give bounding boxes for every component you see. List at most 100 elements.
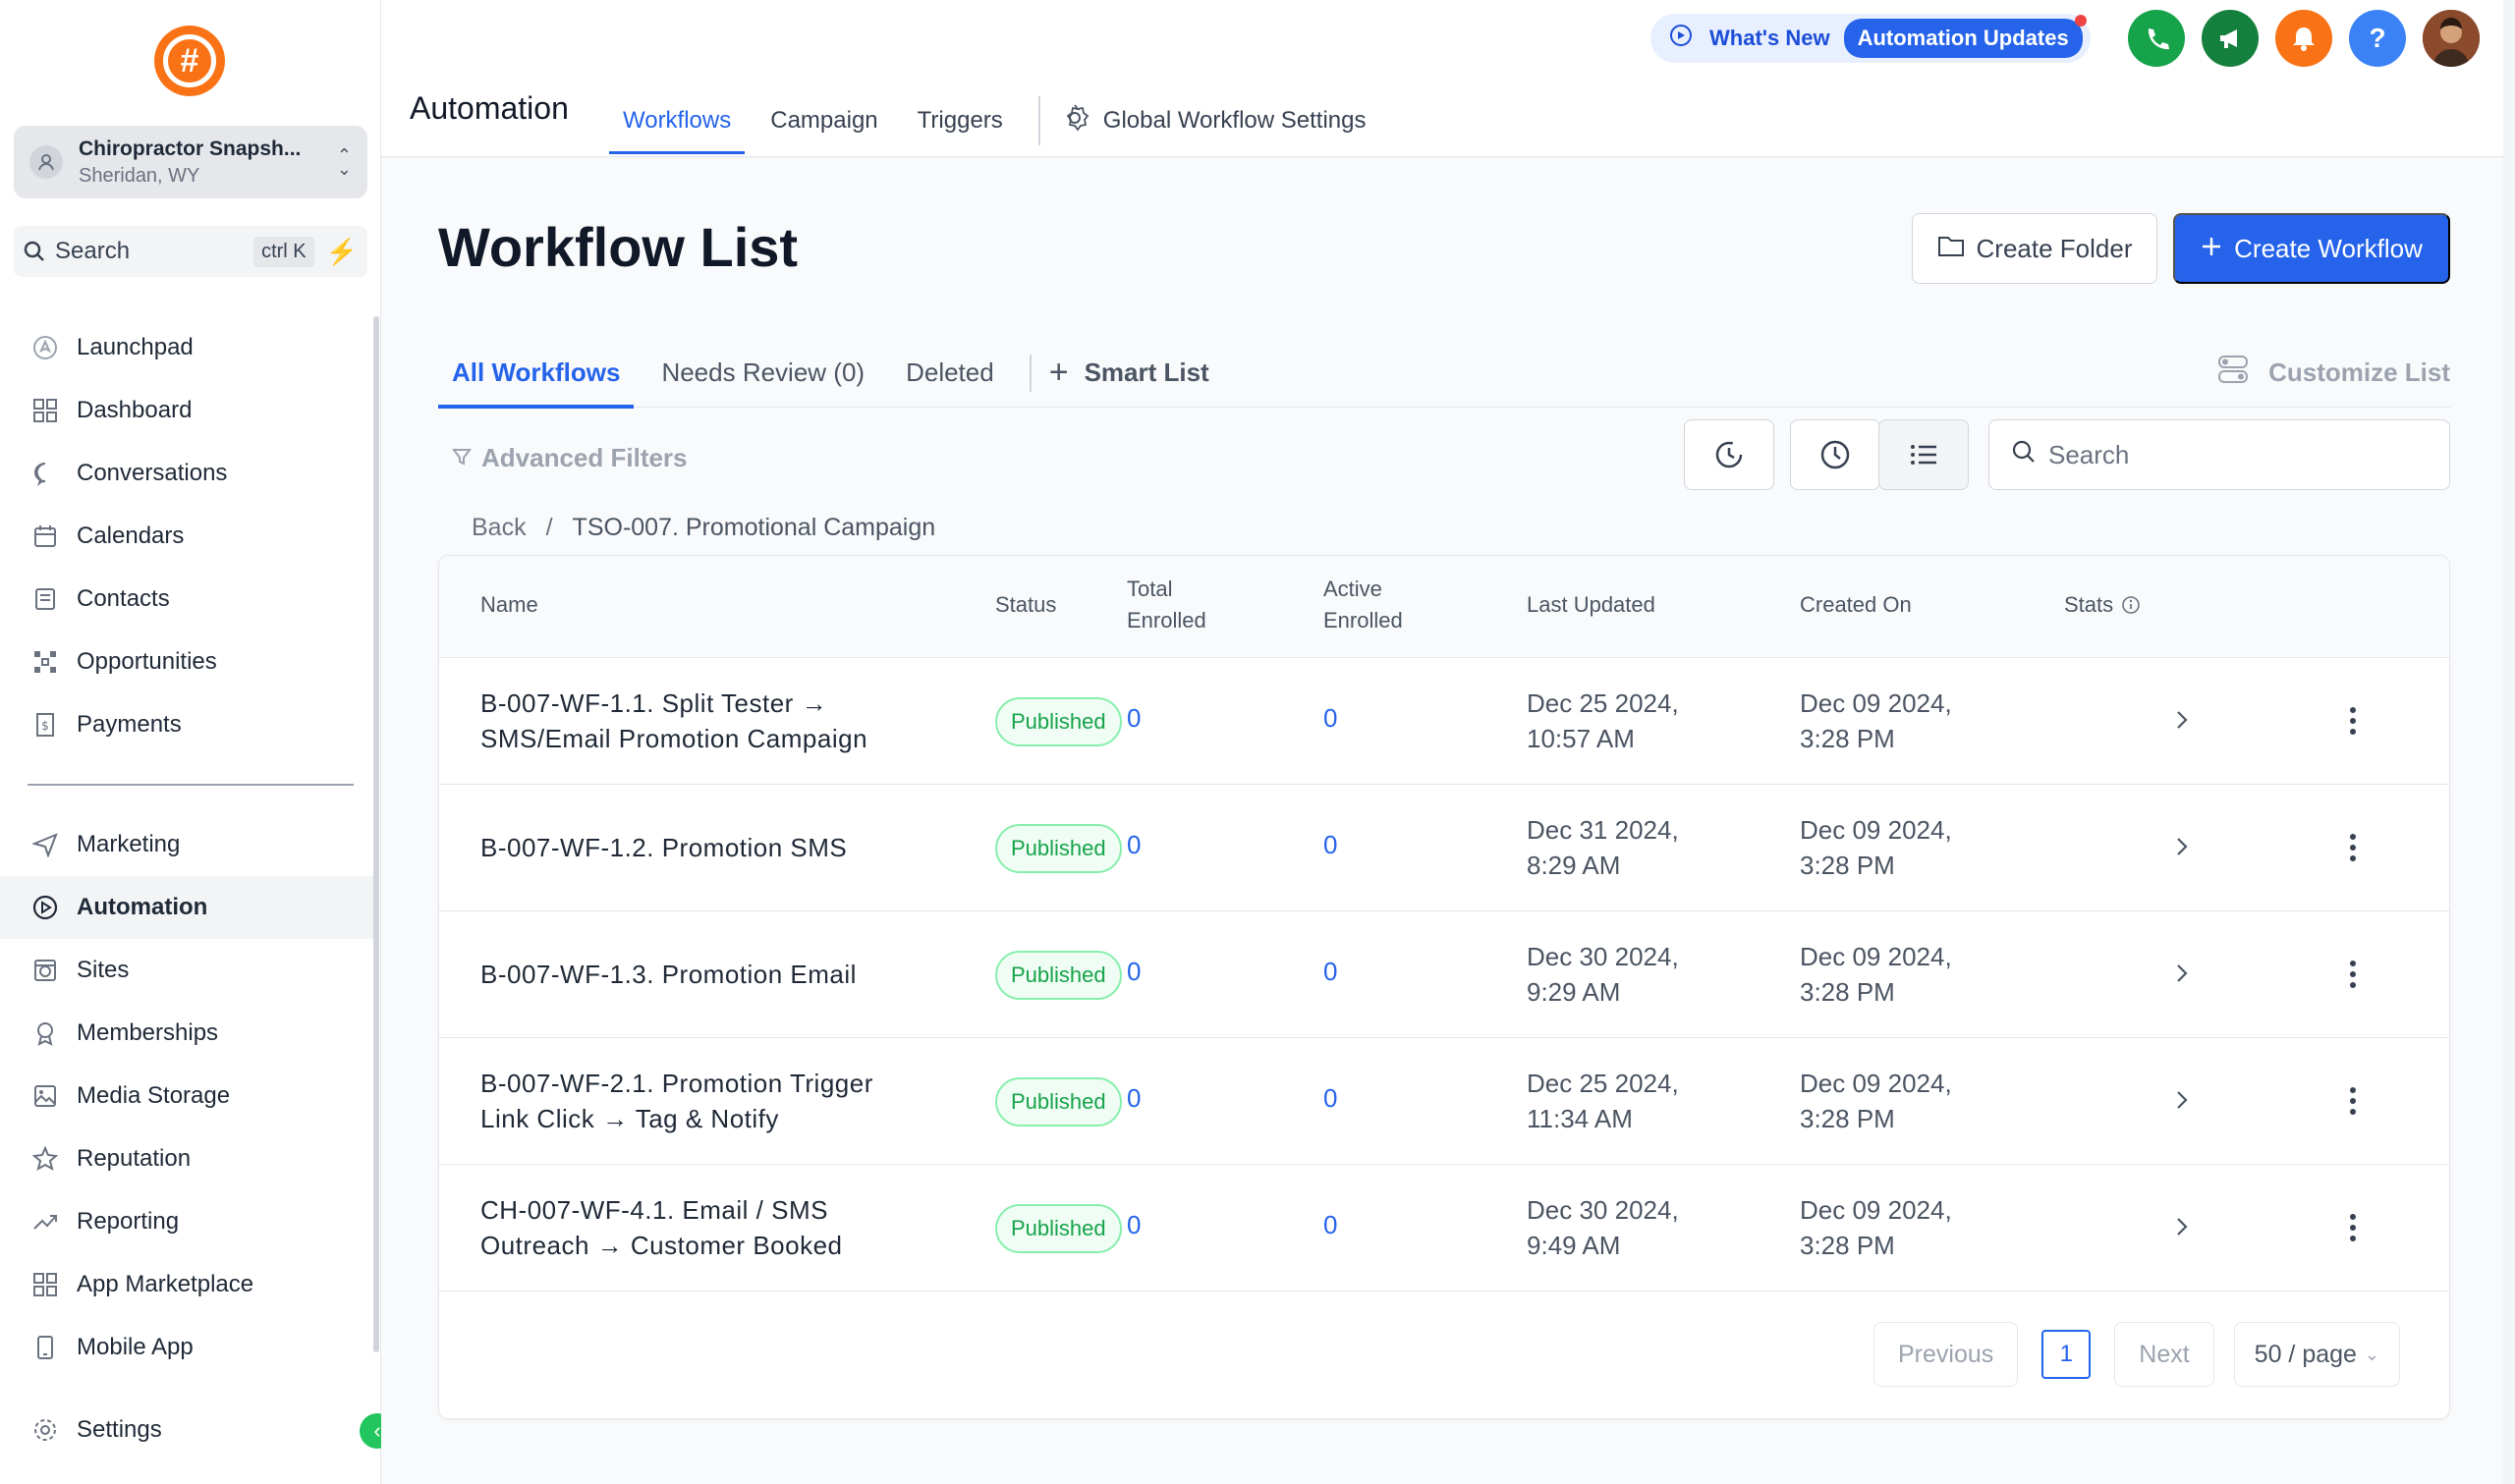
previous-page-button[interactable]: Previous (1873, 1322, 2019, 1387)
column-header-total-enrolled[interactable]: Total Enrolled (1127, 574, 1206, 636)
sidebar-item-calendars[interactable]: Calendars (0, 505, 377, 568)
help-icon[interactable]: ? (2349, 10, 2406, 67)
sidebar-item-memberships[interactable]: Memberships (0, 1002, 377, 1065)
sidebar-item-settings[interactable]: Settings (0, 1399, 377, 1461)
more-options-icon[interactable] (2345, 1208, 2361, 1252)
tab-workflows[interactable]: Workflows (609, 87, 746, 154)
sparkle-icon (1668, 23, 1696, 55)
time-line: 9:29 AM (1527, 977, 1621, 1007)
table-row[interactable]: B-007-WF-1.3. Promotion Email Published … (439, 911, 2449, 1038)
chevron-right-icon[interactable] (2170, 959, 2194, 993)
workflow-name[interactable]: B-007-WF-1.3. Promotion Email (480, 957, 952, 992)
sidebar-item-automation[interactable]: Automation (0, 876, 377, 939)
column-header-name[interactable]: Name (480, 589, 538, 621)
sidebar-scrollbar[interactable] (373, 316, 379, 1352)
column-header-status[interactable]: Status (995, 589, 1056, 621)
brand-logo[interactable]: # (154, 26, 225, 96)
sidebar-item-dashboard[interactable]: Dashboard (0, 379, 377, 442)
created-on-value: Dec 09 2024, 3:28 PM (1800, 939, 1952, 1010)
more-options-icon[interactable] (2345, 955, 2361, 999)
total-enrolled-value[interactable]: 0 (1127, 830, 1141, 860)
total-enrolled-value[interactable]: 0 (1127, 1083, 1141, 1114)
bell-icon[interactable] (2275, 10, 2332, 67)
whats-new-banner[interactable]: What's New Automation Updates (1650, 14, 2091, 63)
phone-call-icon[interactable] (2128, 10, 2185, 67)
column-header-active-enrolled[interactable]: Active Enrolled (1323, 574, 1403, 636)
sidebar-item-conversations[interactable]: Conversations (0, 442, 377, 505)
page-size-select[interactable]: 50 / page ⌄ (2233, 1322, 2401, 1387)
active-enrolled-value[interactable]: 0 (1323, 1083, 1337, 1114)
sidebar-item-payments[interactable]: $ Payments (0, 693, 377, 756)
date-line: Dec 25 2024, (1527, 1069, 1679, 1098)
table-row[interactable]: CH-007-WF-4.1. Email / SMS Outreach → Cus… (439, 1165, 2449, 1292)
column-header-last-updated[interactable]: Last Updated (1527, 589, 1655, 621)
total-enrolled-value[interactable]: 0 (1127, 957, 1141, 987)
table-row[interactable]: B-007-WF-1.2. Promotion SMS Published 0 … (439, 785, 2449, 911)
sidebar-item-mobile-app[interactable]: Mobile App (0, 1316, 377, 1379)
sidebar-divider (28, 784, 354, 786)
column-header-stats[interactable]: Stats (2064, 589, 2141, 621)
total-enrolled-value[interactable]: 0 (1127, 1210, 1141, 1240)
create-workflow-button[interactable]: Create Workflow (2173, 213, 2450, 284)
table-row[interactable]: B-007-WF-2.1. Promotion Trigger Link Clic… (439, 1038, 2449, 1165)
tab-all-workflows[interactable]: All Workflows (438, 339, 635, 409)
chevron-right-icon[interactable] (2170, 705, 2194, 740)
next-page-button[interactable]: Next (2114, 1322, 2214, 1387)
workflow-name[interactable]: B-007-WF-1.1. Split Tester → SMS/Email Pr… (480, 686, 952, 756)
sidebar-item-contacts[interactable]: Contacts (0, 568, 377, 631)
customize-list-button[interactable]: Customize List (2217, 355, 2450, 391)
advanced-filters-button[interactable]: Advanced Filters (438, 433, 701, 482)
sidebar-item-label: Payments (77, 711, 182, 738)
sidebar-item-media-storage[interactable]: Media Storage (0, 1065, 377, 1127)
sidebar-item-marketing[interactable]: Marketing (0, 813, 377, 876)
lightning-icon[interactable]: ⚡ (326, 237, 358, 267)
user-avatar[interactable] (2423, 10, 2480, 67)
create-folder-button[interactable]: Create Folder (1912, 213, 2157, 284)
page-number-button[interactable]: 1 (2041, 1330, 2092, 1379)
megaphone-icon[interactable] (2202, 10, 2259, 67)
history-button[interactable] (1684, 419, 1774, 490)
tab-needs-review[interactable]: Needs Review (0) (647, 339, 878, 408)
workflow-name[interactable]: B-007-WF-2.1. Promotion Trigger Link Clic… (480, 1066, 952, 1136)
automation-updates-button[interactable]: Automation Updates (1843, 15, 2087, 58)
more-options-icon[interactable] (2345, 1081, 2361, 1126)
workflow-name[interactable]: B-007-WF-1.2. Promotion SMS (480, 830, 952, 865)
workflow-search-input[interactable]: Search (1988, 419, 2450, 490)
sidebar-item-opportunities[interactable]: Opportunities (0, 631, 377, 693)
account-switcher[interactable]: Chiropractor Snapsh... Sheridan, WY ⌃ ⌄ (14, 126, 367, 198)
sidebar-item-reporting[interactable]: Reporting (0, 1190, 377, 1253)
chat-icon (29, 458, 61, 489)
sidebar-item-launchpad[interactable]: Launchpad (0, 316, 377, 379)
column-header-created-on[interactable]: Created On (1800, 589, 1912, 621)
tab-campaign[interactable]: Campaign (756, 87, 891, 154)
sidebar-item-sites[interactable]: Sites (0, 939, 377, 1002)
clock-view-button[interactable] (1790, 419, 1880, 490)
time-line: 3:28 PM (1800, 851, 1895, 880)
sidebar-item-reputation[interactable]: Reputation (0, 1127, 377, 1190)
sidebar-search[interactable]: Search ctrl K ⚡ (14, 226, 367, 277)
sidebar-item-app-marketplace[interactable]: App Marketplace (0, 1253, 377, 1316)
chevron-right-icon[interactable] (2170, 1212, 2194, 1246)
more-options-icon[interactable] (2345, 701, 2361, 745)
global-workflow-settings-link[interactable]: Global Workflow Settings (1060, 103, 1366, 139)
active-enrolled-value[interactable]: 0 (1323, 703, 1337, 734)
more-options-icon[interactable] (2345, 828, 2361, 872)
tab-triggers[interactable]: Triggers (904, 87, 1017, 154)
total-enrolled-value[interactable]: 0 (1127, 703, 1141, 734)
tab-deleted[interactable]: Deleted (892, 339, 1008, 408)
created-on-value: Dec 09 2024, 3:28 PM (1800, 1066, 1952, 1136)
chevron-right-icon[interactable] (2170, 1085, 2194, 1120)
folder-icon (1937, 234, 1965, 264)
active-enrolled-value[interactable]: 0 (1323, 957, 1337, 987)
table-row[interactable]: B-007-WF-1.1. Split Tester → SMS/Email Pr… (439, 658, 2449, 785)
rocket-icon (29, 332, 61, 363)
time-line: 3:28 PM (1800, 977, 1895, 1007)
workflow-name[interactable]: CH-007-WF-4.1. Email / SMS Outreach → Cus… (480, 1192, 952, 1263)
smart-list-button[interactable]: + Smart List (1049, 354, 1209, 392)
active-enrolled-value[interactable]: 0 (1323, 1210, 1337, 1240)
breadcrumb-back-link[interactable]: Back (472, 514, 527, 542)
active-enrolled-value[interactable]: 0 (1323, 830, 1337, 860)
chevron-right-icon[interactable] (2170, 832, 2194, 866)
time-line: 3:28 PM (1800, 1104, 1895, 1133)
list-view-button[interactable] (1878, 419, 1969, 490)
